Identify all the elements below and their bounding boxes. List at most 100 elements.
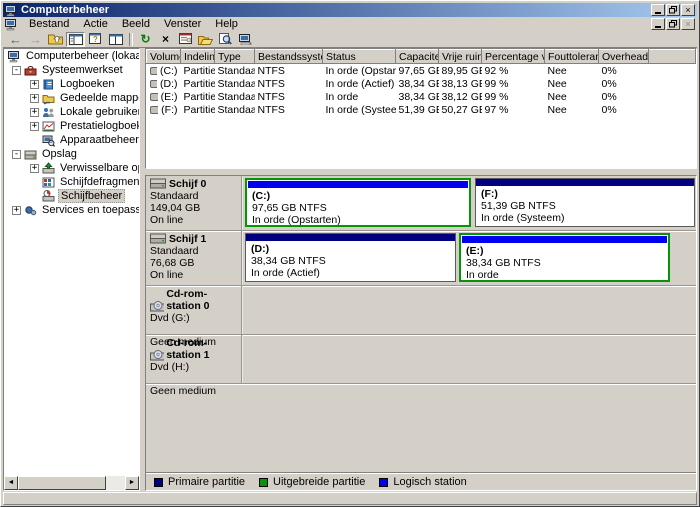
tree-item-services[interactable]: + Services en toepassingen xyxy=(4,203,139,217)
menu-help[interactable]: Help xyxy=(208,18,245,31)
volume-list-pane: Volume Indeling Type Bestandssysteem Sta… xyxy=(145,48,697,169)
delete-button[interactable]: × xyxy=(156,32,175,47)
primary-partition-swatch xyxy=(154,478,163,487)
restore-button[interactable] xyxy=(666,4,680,16)
manage-computer-button[interactable] xyxy=(236,32,255,47)
tree-item-prestatielogboeken[interactable]: + Prestatielogboeken en signa xyxy=(4,119,139,133)
disk-label-schijf0[interactable]: Schijf 0 Standaard 149,04 GB On line xyxy=(146,176,243,230)
table-row[interactable]: (D:) PartitieStandaardNTFSIn orde (Actie… xyxy=(147,77,696,90)
legend-extended: Uitgebreide partitie xyxy=(259,476,365,488)
back-button[interactable]: ← xyxy=(6,32,25,47)
console-tree-panel: Computerbeheer (lokaal) - Systeemwerkset… xyxy=(3,48,140,491)
refresh-button[interactable]: ↻ xyxy=(136,32,155,47)
col-filler xyxy=(649,50,696,64)
forward-button[interactable]: → xyxy=(26,32,45,47)
col-bestandssysteem[interactable]: Bestandssysteem xyxy=(255,50,323,64)
expand-expander[interactable]: + xyxy=(30,164,39,173)
svg-text:?: ? xyxy=(93,35,98,44)
tree-item-schijfdefragmentatie[interactable]: Schijfdefragmentatie xyxy=(4,175,139,189)
logbook-icon xyxy=(42,78,55,91)
col-type[interactable]: Type xyxy=(215,50,255,64)
expand-expander[interactable]: + xyxy=(30,94,39,103)
close-button[interactable]: × xyxy=(681,4,695,16)
partition-f[interactable]: (F:) 51,39 GB NTFS In orde (Systeem) xyxy=(475,178,695,227)
tree-item-schijfbeheer[interactable]: Schijfbeheer xyxy=(4,189,139,203)
delete-x-icon: × xyxy=(162,33,169,45)
col-percentage-vrij[interactable]: Percentage vrij xyxy=(482,50,545,64)
partition-c[interactable]: (C:) 97,65 GB NTFS In orde (Opstarten) xyxy=(245,178,471,227)
tree-item-apparaatbeheer[interactable]: Apparaatbeheer xyxy=(4,133,139,147)
console-tree-icon xyxy=(69,34,83,45)
collapse-expander[interactable]: - xyxy=(12,66,21,75)
open-folder-icon xyxy=(198,34,213,45)
expand-expander[interactable]: + xyxy=(30,108,39,117)
minimize-button[interactable] xyxy=(651,4,665,16)
expand-expander[interactable]: + xyxy=(12,206,21,215)
col-indeling[interactable]: Indeling xyxy=(181,50,215,64)
scrollbar-thumb[interactable] xyxy=(18,476,106,490)
volume-drive-icon xyxy=(150,80,158,88)
scroll-left-button[interactable]: ◄ xyxy=(4,476,18,490)
menu-venster[interactable]: Venster xyxy=(157,18,208,31)
child-restore-button[interactable] xyxy=(666,18,680,30)
tree-item-computerbeheer[interactable]: Computerbeheer (lokaal) xyxy=(4,49,139,63)
tree-item-lokale-gebruikers[interactable]: + Lokale gebruikers en groepe xyxy=(4,105,139,119)
volume-drive-icon xyxy=(150,93,158,101)
defrag-icon xyxy=(42,176,55,189)
col-capaciteit[interactable]: Capaciteit xyxy=(396,50,439,64)
disk-label-schijf1[interactable]: Schijf 1 Standaard 76,68 GB On line xyxy=(146,231,243,285)
col-fouttolerantie[interactable]: Fouttolerantie xyxy=(545,50,599,64)
cd-rom-icon xyxy=(150,300,164,312)
tree-horizontal-scrollbar[interactable]: ◄ ► xyxy=(4,476,139,490)
disk-graph-pane: Schijf 0 Standaard 149,04 GB On line (C:… xyxy=(145,175,697,491)
disk-row-schijf1: Schijf 1 Standaard 76,68 GB On line (D:)… xyxy=(146,231,696,286)
expand-expander[interactable]: + xyxy=(30,80,39,89)
disk-row-schijf0: Schijf 0 Standaard 149,04 GB On line (C:… xyxy=(146,176,696,231)
child-minimize-button[interactable] xyxy=(651,18,665,30)
child-window-computer-icon[interactable] xyxy=(5,18,18,31)
disk-management-icon xyxy=(42,190,55,203)
up-button[interactable] xyxy=(46,32,65,47)
col-vrije-ruimte[interactable]: Vrije ruimte xyxy=(439,50,482,64)
toolbar-computer-icon xyxy=(239,33,253,45)
show-panes-button[interactable] xyxy=(106,32,125,47)
tree-item-verwisselbare-opslag[interactable]: + Verwisselbare opslag xyxy=(4,161,139,175)
volume-drive-icon xyxy=(150,67,158,75)
magnifier-icon xyxy=(219,33,232,45)
cdrom-label-1[interactable]: Cd-rom-station 1 Dvd (H:) Geen medium xyxy=(146,335,243,383)
partition-d[interactable]: (D:) 38,34 GB NTFS In orde (Actief) xyxy=(245,233,456,282)
extended-partition-swatch xyxy=(259,478,268,487)
cdrom-label-0[interactable]: Cd-rom-station 0 Dvd (G:) Geen medium xyxy=(146,286,243,334)
table-row[interactable]: (C:) PartitieStandaardNTFSIn orde (Opsta… xyxy=(147,64,696,78)
toolbox-icon xyxy=(24,64,37,77)
tree-item-opslag[interactable]: - Opslag xyxy=(4,147,139,161)
collapse-expander[interactable]: - xyxy=(12,150,21,159)
menu-bestand[interactable]: Bestand xyxy=(22,18,76,31)
title-bar: Computerbeheer × xyxy=(3,3,697,17)
tree-item-logboeken[interactable]: + Logboeken xyxy=(4,77,139,91)
volume-drive-icon xyxy=(150,106,159,114)
computer-management-window: Computerbeheer × Bestand Actie Beeld Ven… xyxy=(0,0,700,507)
console-tree-toggle-button[interactable] xyxy=(66,32,85,47)
tree-item-systeemwerkset[interactable]: - Systeemwerkset xyxy=(4,63,139,77)
cdrom-graph-empty xyxy=(243,335,696,383)
open-button[interactable] xyxy=(196,32,215,47)
find-button[interactable] xyxy=(216,32,235,47)
storage-icon xyxy=(24,148,37,161)
device-manager-icon xyxy=(42,134,55,147)
partition-e[interactable]: (E:) 38,34 GB NTFS In orde xyxy=(459,233,670,282)
menu-actie[interactable]: Actie xyxy=(76,18,114,31)
col-volume[interactable]: Volume xyxy=(147,50,181,64)
disk-icon xyxy=(150,233,167,245)
forward-arrow-icon: → xyxy=(29,33,42,46)
col-overhead[interactable]: Overhead xyxy=(599,50,649,64)
expand-expander[interactable]: + xyxy=(30,122,39,131)
tree-item-gedeelde-mappen[interactable]: + Gedeelde mappen xyxy=(4,91,139,105)
properties-button[interactable] xyxy=(176,32,195,47)
help-topics-button[interactable]: ? xyxy=(86,32,105,47)
scroll-right-button[interactable]: ► xyxy=(125,476,139,490)
col-status[interactable]: Status xyxy=(323,50,396,64)
menu-beeld[interactable]: Beeld xyxy=(115,18,157,31)
table-row[interactable]: (E:) PartitieStandaardNTFSIn orde38,34 G… xyxy=(147,90,696,103)
table-row[interactable]: (F:) PartitieStandaardNTFSIn orde (Syste… xyxy=(147,103,696,116)
